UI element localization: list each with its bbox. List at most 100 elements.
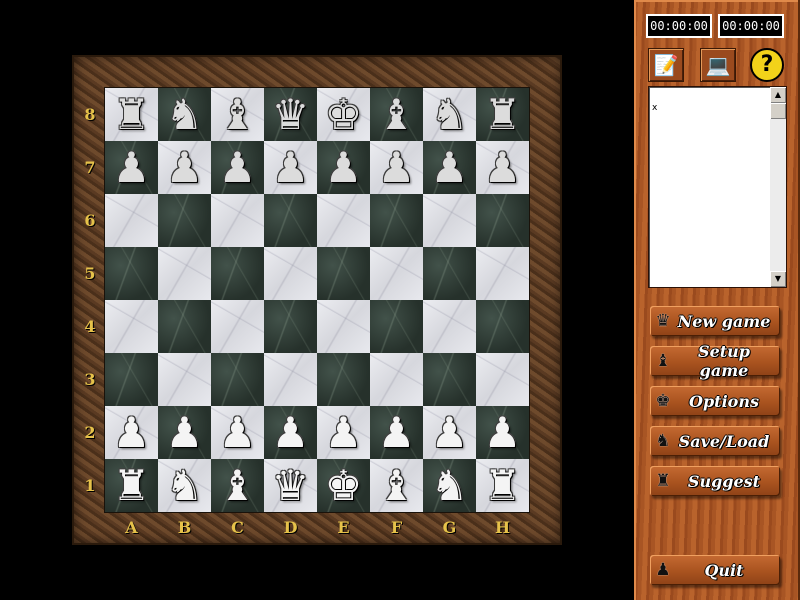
white-pawn-icon[interactable]: ♟ [158, 406, 211, 459]
square-a4[interactable] [105, 300, 158, 353]
square-d7[interactable]: ♟ [264, 141, 317, 194]
white-bishop-icon[interactable]: ♝ [370, 459, 423, 512]
square-a1[interactable]: ♜ [105, 459, 158, 512]
new-game-button[interactable]: ♛ New game [650, 306, 780, 336]
white-king-icon[interactable]: ♚ [317, 459, 370, 512]
square-d4[interactable] [264, 300, 317, 353]
move-list-scrollbar[interactable]: ▲ ▼ [770, 87, 786, 287]
black-pawn-icon[interactable]: ♟ [476, 141, 529, 194]
white-pawn-icon[interactable]: ♟ [264, 406, 317, 459]
black-king-icon[interactable]: ♚ [317, 88, 370, 141]
suggest-button[interactable]: ♜ Suggest [650, 466, 780, 496]
square-c8[interactable]: ♝ [211, 88, 264, 141]
square-f3[interactable] [370, 353, 423, 406]
black-pawn-icon[interactable]: ♟ [317, 141, 370, 194]
white-pawn-icon[interactable]: ♟ [105, 406, 158, 459]
square-b4[interactable] [158, 300, 211, 353]
black-queen-icon[interactable]: ♛ [264, 88, 317, 141]
square-d3[interactable] [264, 353, 317, 406]
white-pawn-icon[interactable]: ♟ [476, 406, 529, 459]
square-e5[interactable] [317, 247, 370, 300]
square-b6[interactable] [158, 194, 211, 247]
chess-board[interactable]: ♜ ♞ ♝ ♛ ♚ ♝ ♞ ♜ ♟ ♟ ♟ ♟ ♟ ♟ ♟ ♟ ♟ ♟ ♟ ♟ ♟ ♟ ♟ ♟ ♜ ♞ ♝ ♛ ♚ ♝ ♞ ♜ [105, 88, 529, 512]
square-h7[interactable]: ♟ [476, 141, 529, 194]
scroll-up-icon[interactable]: ▲ [770, 87, 786, 103]
square-e4[interactable] [317, 300, 370, 353]
square-h4[interactable] [476, 300, 529, 353]
black-pawn-icon[interactable]: ♟ [423, 141, 476, 194]
square-a2[interactable]: ♟ [105, 406, 158, 459]
square-d5[interactable] [264, 247, 317, 300]
square-d1[interactable]: ♛ [264, 459, 317, 512]
square-c2[interactable]: ♟ [211, 406, 264, 459]
square-c3[interactable] [211, 353, 264, 406]
square-g8[interactable]: ♞ [423, 88, 476, 141]
square-g3[interactable] [423, 353, 476, 406]
square-d8[interactable]: ♛ [264, 88, 317, 141]
square-b5[interactable] [158, 247, 211, 300]
white-rook-icon[interactable]: ♜ [105, 459, 158, 512]
square-h1[interactable]: ♜ [476, 459, 529, 512]
square-f2[interactable]: ♟ [370, 406, 423, 459]
black-bishop-icon[interactable]: ♝ [370, 88, 423, 141]
square-d6[interactable] [264, 194, 317, 247]
notes-button[interactable]: 📝 [649, 49, 683, 81]
square-e6[interactable] [317, 194, 370, 247]
white-pawn-icon[interactable]: ♟ [317, 406, 370, 459]
white-pawn-icon[interactable]: ♟ [211, 406, 264, 459]
square-d2[interactable]: ♟ [264, 406, 317, 459]
black-knight-icon[interactable]: ♞ [423, 88, 476, 141]
square-c5[interactable] [211, 247, 264, 300]
white-knight-icon[interactable]: ♞ [423, 459, 476, 512]
square-b2[interactable]: ♟ [158, 406, 211, 459]
square-a3[interactable] [105, 353, 158, 406]
quit-button[interactable]: ♟ Quit [650, 555, 780, 585]
square-c4[interactable] [211, 300, 264, 353]
black-pawn-icon[interactable]: ♟ [211, 141, 264, 194]
square-c7[interactable]: ♟ [211, 141, 264, 194]
square-g6[interactable] [423, 194, 476, 247]
square-f4[interactable] [370, 300, 423, 353]
square-a5[interactable] [105, 247, 158, 300]
save-load-button[interactable]: ♞ Save/Load [650, 426, 780, 456]
square-a7[interactable]: ♟ [105, 141, 158, 194]
square-e7[interactable]: ♟ [317, 141, 370, 194]
black-bishop-icon[interactable]: ♝ [211, 88, 264, 141]
square-g7[interactable]: ♟ [423, 141, 476, 194]
white-bishop-icon[interactable]: ♝ [211, 459, 264, 512]
square-h8[interactable]: ♜ [476, 88, 529, 141]
square-h3[interactable] [476, 353, 529, 406]
square-h5[interactable] [476, 247, 529, 300]
square-a8[interactable]: ♜ [105, 88, 158, 141]
computer-button[interactable]: 💻 [701, 49, 735, 81]
black-pawn-icon[interactable]: ♟ [158, 141, 211, 194]
square-h2[interactable]: ♟ [476, 406, 529, 459]
white-queen-icon[interactable]: ♛ [264, 459, 317, 512]
black-pawn-icon[interactable]: ♟ [105, 141, 158, 194]
square-h6[interactable] [476, 194, 529, 247]
square-e1[interactable]: ♚ [317, 459, 370, 512]
square-c1[interactable]: ♝ [211, 459, 264, 512]
square-f7[interactable]: ♟ [370, 141, 423, 194]
square-b1[interactable]: ♞ [158, 459, 211, 512]
square-b8[interactable]: ♞ [158, 88, 211, 141]
square-e2[interactable]: ♟ [317, 406, 370, 459]
square-f6[interactable] [370, 194, 423, 247]
black-pawn-icon[interactable]: ♟ [264, 141, 317, 194]
white-pawn-icon[interactable]: ♟ [370, 406, 423, 459]
white-knight-icon[interactable]: ♞ [158, 459, 211, 512]
black-knight-icon[interactable]: ♞ [158, 88, 211, 141]
square-f1[interactable]: ♝ [370, 459, 423, 512]
white-rook-icon[interactable]: ♜ [476, 459, 529, 512]
square-b7[interactable]: ♟ [158, 141, 211, 194]
square-c6[interactable] [211, 194, 264, 247]
scroll-thumb[interactable] [770, 103, 786, 119]
square-e8[interactable]: ♚ [317, 88, 370, 141]
square-g1[interactable]: ♞ [423, 459, 476, 512]
help-button[interactable]: ? [750, 48, 784, 82]
square-g4[interactable] [423, 300, 476, 353]
scroll-down-icon[interactable]: ▼ [770, 271, 786, 287]
square-f8[interactable]: ♝ [370, 88, 423, 141]
move-list[interactable]: x ▲ ▼ [649, 87, 786, 287]
setup-game-button[interactable]: ♝ Setup game [650, 342, 780, 380]
